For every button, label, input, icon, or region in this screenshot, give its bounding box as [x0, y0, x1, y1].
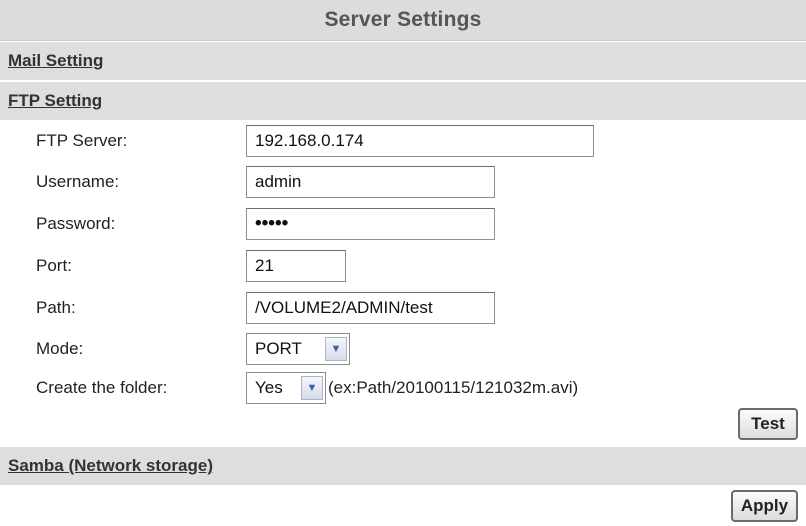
- ftp-server-input[interactable]: 192.168.0.174: [246, 125, 594, 157]
- test-button[interactable]: Test: [738, 408, 798, 440]
- create-folder-label: Create the folder:: [36, 378, 168, 397]
- create-folder-hint: (ex:Path/20100115/121032m.avi): [328, 378, 579, 397]
- username-input[interactable]: admin: [246, 166, 495, 198]
- port-label: Port:: [36, 256, 72, 275]
- mail-setting-link[interactable]: Mail Setting: [8, 51, 103, 71]
- mode-select-value: PORT: [255, 339, 302, 358]
- ftp-setting-section: FTP Setting: [0, 82, 806, 120]
- apply-button[interactable]: Apply: [731, 490, 798, 522]
- username-label: Username:: [36, 172, 120, 191]
- create-folder-select[interactable]: Yes ▼: [246, 372, 326, 404]
- samba-section: Samba (Network storage): [0, 447, 806, 485]
- ftp-setting-link[interactable]: FTP Setting: [8, 91, 102, 111]
- create-folder-select-value: Yes: [255, 378, 283, 397]
- chevron-down-icon[interactable]: ▼: [301, 376, 323, 400]
- samba-link[interactable]: Samba (Network storage): [8, 456, 213, 476]
- mode-label: Mode:: [36, 339, 84, 358]
- port-input[interactable]: 21: [246, 250, 346, 282]
- mail-setting-section: Mail Setting: [0, 42, 806, 80]
- server-settings-header: Server Settings: [0, 0, 806, 41]
- chevron-down-icon[interactable]: ▼: [325, 337, 347, 361]
- path-input[interactable]: /VOLUME2/ADMIN/test: [246, 292, 495, 324]
- page-title: Server Settings: [324, 8, 482, 31]
- mode-select[interactable]: PORT ▼: [246, 333, 350, 365]
- ftp-server-label: FTP Server:: [36, 131, 128, 150]
- password-label: Password:: [36, 214, 116, 233]
- path-label: Path:: [36, 298, 76, 317]
- password-input[interactable]: •••••: [246, 208, 495, 240]
